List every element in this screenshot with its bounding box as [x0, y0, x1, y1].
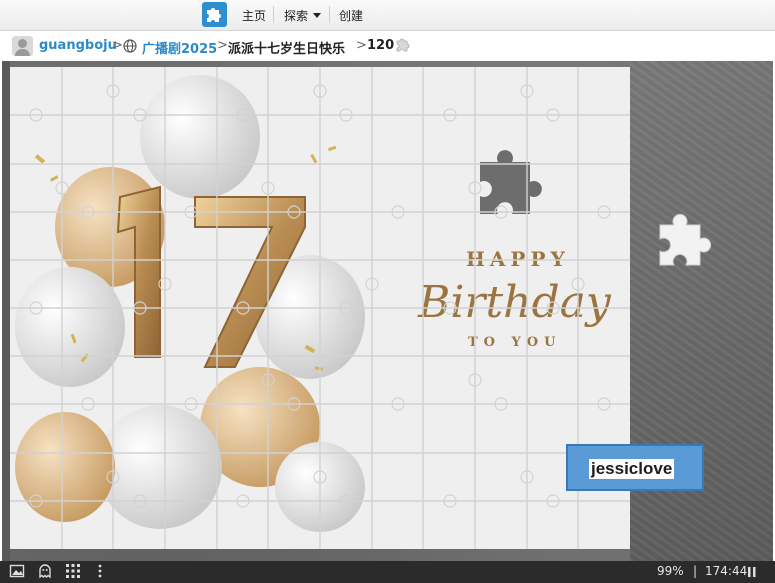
breadcrumb-separator: >	[112, 38, 123, 53]
top-navigation-bar: 主页 探索 创建	[0, 0, 775, 31]
loose-puzzle-piece[interactable]	[652, 213, 712, 273]
puzzle-piece-grid	[10, 67, 630, 549]
nav-home-link[interactable]: 主页	[242, 7, 266, 24]
nav-explore-label: 探索	[284, 9, 309, 23]
username-overlay: jessiclove	[566, 444, 704, 491]
breadcrumb-separator: >	[356, 38, 367, 53]
piece-count: 120	[367, 38, 395, 53]
board-edge	[2, 61, 10, 561]
puzzle-image[interactable]: HAPPY Birthday TO YOU	[10, 67, 630, 549]
nav-divider	[273, 6, 274, 23]
breadcrumb-separator: >	[217, 38, 228, 53]
breadcrumb-category-link[interactable]: 广播剧2025	[142, 38, 217, 57]
puzzle-piece-icon	[396, 38, 410, 52]
chevron-down-icon	[313, 13, 322, 18]
ghost-icon[interactable]	[37, 563, 53, 579]
nav-create-link[interactable]: 创建	[339, 7, 363, 24]
grid-icon[interactable]	[65, 563, 81, 579]
breadcrumb-puzzle-title: 派派十七岁生日快乐	[228, 42, 346, 57]
progress-percent: 99%	[657, 564, 684, 578]
nav-explore-menu[interactable]: 探索	[284, 7, 322, 24]
username-label: jessiclove	[589, 459, 675, 479]
image-icon[interactable]	[9, 563, 25, 579]
status-divider: |	[693, 564, 698, 578]
timer-display: 174:44	[705, 564, 748, 578]
puzzle-logo-icon[interactable]	[202, 2, 227, 27]
puzzle-board[interactable]: HAPPY Birthday TO YOU jessiclove	[2, 61, 773, 561]
puzzle-toolbar: 99% | 174:44	[0, 561, 775, 583]
globe-icon	[123, 39, 137, 53]
nav-divider	[329, 6, 330, 23]
more-icon[interactable]	[95, 563, 105, 579]
breadcrumb-user-link[interactable]: guangboju	[39, 38, 117, 53]
avatar[interactable]	[12, 36, 33, 56]
breadcrumb: guangboju > 广播剧2025 > 派派十七岁生日快乐 > 120	[0, 31, 775, 61]
pause-icon[interactable]	[748, 567, 756, 577]
